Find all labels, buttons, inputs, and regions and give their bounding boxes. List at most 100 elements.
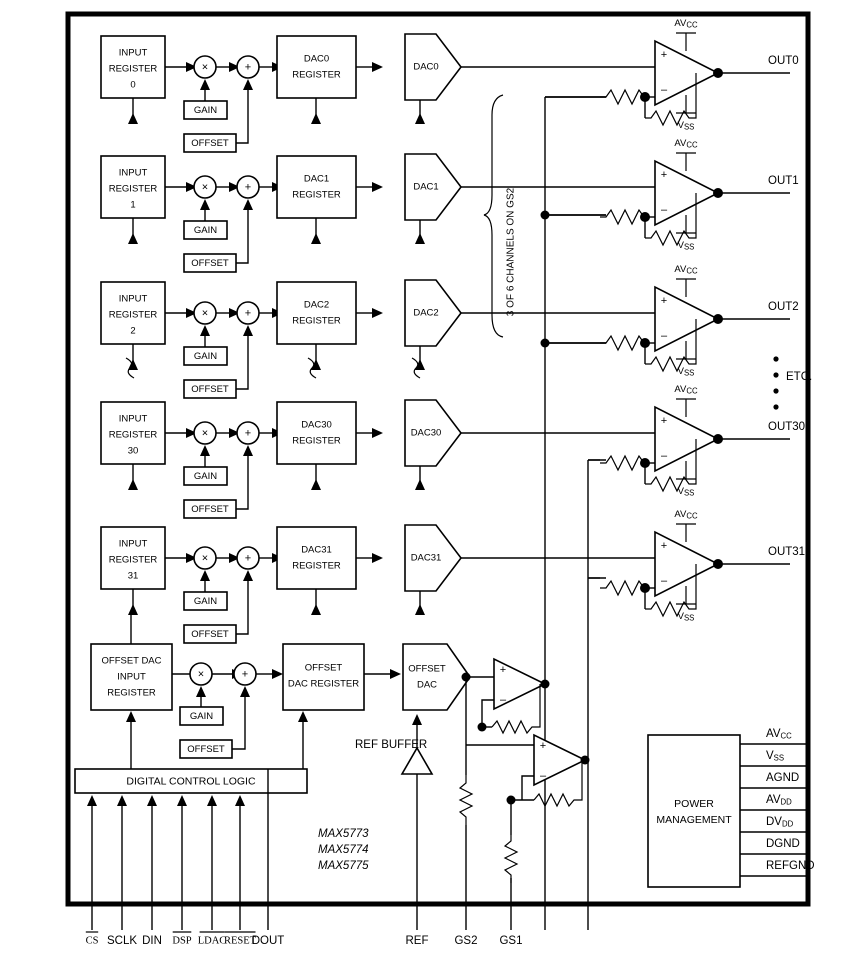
out-label-ch2: OUT2 <box>768 301 799 313</box>
digital-control-logic-label: DIGITAL CONTROL LOGIC <box>126 775 256 787</box>
opamp-minus-ch30: – <box>661 450 668 462</box>
dac-label-ch2: DAC2 <box>413 308 438 319</box>
offset-gain-label: GAIN <box>190 711 213 722</box>
dac-register-ch30-line-0: DAC30 <box>301 420 332 431</box>
dac-register-ch1[interactable] <box>276 155 357 219</box>
digital-pin-label-1: SCLK <box>107 935 137 947</box>
input-register-ch1-line-2: 1 <box>130 200 135 211</box>
offset-opamp-2-minus: – <box>540 770 547 782</box>
mult-symbol-ch2: × <box>202 307 208 319</box>
opamp-minus-ch31: – <box>661 575 668 587</box>
power-management-line-1: MANAGEMENT <box>656 814 732 826</box>
input-register-ch31-line-0: INPUT <box>119 539 148 550</box>
input-register-ch30-line-0: INPUT <box>119 414 148 425</box>
offset-dac-input-register-line-1: INPUT <box>117 672 146 683</box>
sum-symbol-ch1: + <box>245 181 251 193</box>
dac-register-ch31-line-1: REGISTER <box>292 561 341 572</box>
gain-label-ch31: GAIN <box>194 596 217 607</box>
input-register-ch2-line-1: REGISTER <box>109 310 158 321</box>
offset-label-ch31: OFFSET <box>191 629 229 640</box>
dac-register-ch30[interactable] <box>276 401 357 465</box>
mult-symbol-ch30: × <box>202 427 208 439</box>
dac-register-ch31[interactable] <box>276 526 357 590</box>
bracket-label: 3 OF 6 CHANNELS ON GS2 <box>506 187 517 316</box>
offset-mult-symbol: × <box>198 668 204 680</box>
digital-pin-label-6: DOUT <box>252 935 285 947</box>
opamp-plus-ch31: + <box>661 540 667 552</box>
offset-dac-line-1: DAC <box>417 680 437 691</box>
dac-register-ch0-line-1: REGISTER <box>292 70 341 81</box>
offset-opamp-1-plus: + <box>500 664 506 676</box>
input-register-ch2-line-2: 2 <box>130 326 135 337</box>
input-register-ch2-line-0: INPUT <box>119 294 148 305</box>
opamp-plus-ch30: + <box>661 415 667 427</box>
offset-sum-symbol: + <box>242 668 248 680</box>
input-register-ch0-line-2: 0 <box>130 80 135 91</box>
opamp-plus-ch1: + <box>661 169 667 181</box>
out-label-ch1: OUT1 <box>768 175 799 187</box>
input-register-ch0-line-1: REGISTER <box>109 64 158 75</box>
part-number-group: MAX5773 MAX5774 MAX5775 <box>318 828 369 872</box>
out-label-ch0: OUT0 <box>768 55 799 67</box>
dac-register-ch0-line-0: DAC0 <box>304 54 329 65</box>
out-label-ch30: OUT30 <box>768 421 805 433</box>
out-label-ch31: OUT31 <box>768 546 805 558</box>
part-number-2: MAX5775 <box>318 860 369 872</box>
dac-label-ch30: DAC30 <box>411 428 442 439</box>
analog-pin-label-2: GS1 <box>499 935 522 947</box>
sum-symbol-ch30: + <box>245 427 251 439</box>
input-register-ch31-line-2: 31 <box>128 571 139 582</box>
gain-label-ch2: GAIN <box>194 351 217 362</box>
input-register-ch30-line-1: REGISTER <box>109 430 158 441</box>
input-register-ch1-line-0: INPUT <box>119 168 148 179</box>
offset-dac-line-0: OFFSET <box>408 664 446 675</box>
offset-dac-register[interactable] <box>282 643 365 711</box>
block-diagram-canvas: INPUT REGISTER 0 × + GAIN OFFSET DAC0 REGISTER DA… <box>0 0 856 963</box>
gain-label-ch30: GAIN <box>194 471 217 482</box>
mult-symbol-ch31: × <box>202 552 208 564</box>
analog-pin-label-1: GS2 <box>454 935 477 947</box>
offset-opamp-2-plus: + <box>540 740 546 752</box>
dac-register-ch0[interactable] <box>276 35 357 99</box>
sum-symbol-ch2: + <box>245 307 251 319</box>
digital-pin-label-0: CS <box>86 935 99 946</box>
analog-pin-label-0: REF <box>406 935 429 947</box>
offset-opamp-1-minus: – <box>500 694 507 706</box>
mult-symbol-ch1: × <box>202 181 208 193</box>
offset-label-ch0: OFFSET <box>191 138 229 149</box>
analog-pin-group: REF GS2 GS1 <box>406 935 523 947</box>
offset-offset-label: OFFSET <box>187 744 225 755</box>
sum-symbol-ch31: + <box>245 552 251 564</box>
digital-pin-label-2: DIN <box>142 935 162 947</box>
opamp-minus-ch2: – <box>661 330 668 342</box>
gain-label-ch1: GAIN <box>194 225 217 236</box>
input-register-ch0-line-0: INPUT <box>119 48 148 59</box>
power-pin-label-2: AGND <box>766 772 799 784</box>
power-management-block[interactable] <box>647 734 741 888</box>
power-management-line-0: POWER <box>674 798 714 810</box>
power-pin-label-5: DGND <box>766 838 800 850</box>
dac-register-ch30-line-1: REGISTER <box>292 436 341 447</box>
input-register-ch30-line-2: 30 <box>128 446 139 457</box>
functional-block-diagram: INPUT REGISTER 0 × + GAIN OFFSET DAC0 REGISTER DA… <box>0 0 856 963</box>
offset-dac-input-register-line-0: OFFSET DAC <box>102 656 162 667</box>
opamp-plus-ch2: + <box>661 295 667 307</box>
sum-symbol-ch0: + <box>245 61 251 73</box>
power-pin-label-6: REFGND <box>766 860 815 872</box>
dac-register-ch2-line-0: DAC2 <box>304 300 329 311</box>
input-register-ch31-line-1: REGISTER <box>109 555 158 566</box>
opamp-minus-ch0: – <box>661 84 668 96</box>
digital-pin-label-4: LDAC <box>198 935 227 946</box>
digital-pin-label-3: DSP <box>172 935 191 946</box>
part-number-0: MAX5773 <box>318 828 369 840</box>
input-register-ch1-line-1: REGISTER <box>109 184 158 195</box>
dac-register-ch2[interactable] <box>276 281 357 345</box>
offset-label-ch2: OFFSET <box>191 384 229 395</box>
offset-dac-register-line-0: OFFSET <box>305 663 343 674</box>
dac-register-ch1-line-0: DAC1 <box>304 174 329 185</box>
mult-symbol-ch0: × <box>202 61 208 73</box>
dac-register-ch31-line-0: DAC31 <box>301 545 332 556</box>
offset-dac-input-register-line-2: REGISTER <box>107 688 156 699</box>
part-number-1: MAX5774 <box>318 844 369 856</box>
dac-register-ch2-line-1: REGISTER <box>292 316 341 327</box>
